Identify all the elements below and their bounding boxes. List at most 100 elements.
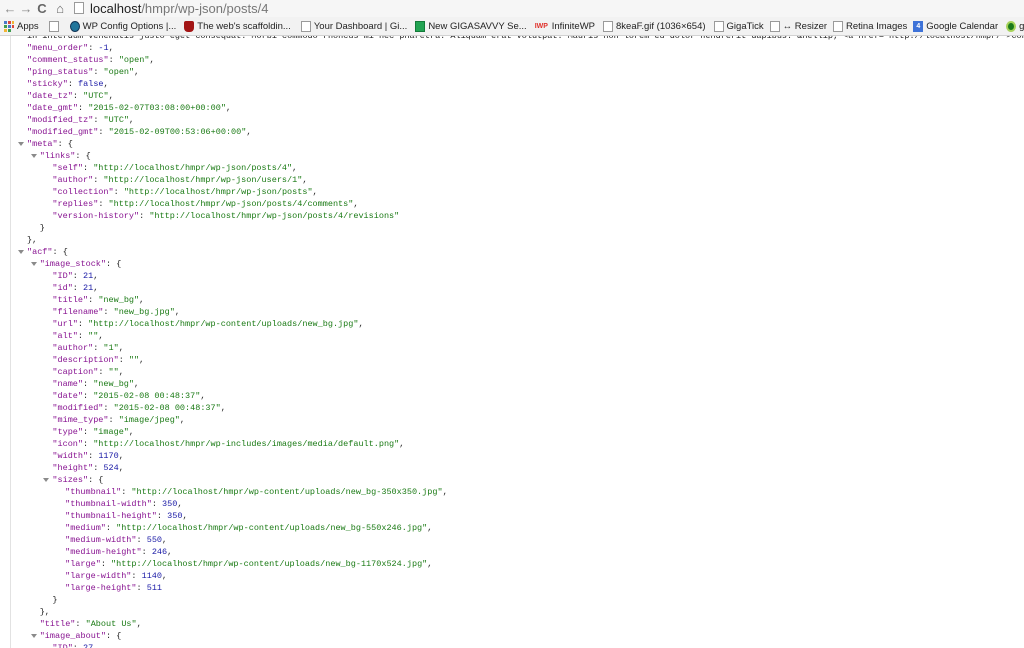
collapse-triangle-icon[interactable] <box>18 250 24 254</box>
json-line: "menu_order": -1, <box>27 42 114 54</box>
json-line: "replies": "http://localhost/hmpr/wp-jso… <box>52 198 358 210</box>
json-line: "name": "new_bg", <box>52 378 139 390</box>
bookmark-item[interactable]: New GIGASAVVY Se... <box>415 20 527 32</box>
json-punct: : <box>93 463 104 473</box>
bookmark-item[interactable]: WP Config Options |... <box>69 20 176 32</box>
page-icon <box>713 20 724 32</box>
json-line: } <box>40 222 45 234</box>
json-punct: : <box>105 523 117 533</box>
json-key: "medium" <box>65 523 106 533</box>
json-line: "author": "1", <box>52 342 123 354</box>
json-key: "version-history" <box>52 211 140 221</box>
forward-arrow-icon[interactable]: → <box>18 0 34 17</box>
json-string: "http://localhost/hmpr/wp-content/upload… <box>116 523 428 533</box>
json-line: "height": 524, <box>52 462 123 474</box>
json-key: "self" <box>52 163 83 173</box>
bookmark-item[interactable]: gnPWqqe.gif (399×2... <box>1006 20 1024 32</box>
json-key: "thumbnail" <box>65 487 122 497</box>
json-number: 27 <box>83 643 94 648</box>
json-line: "date": "2015-02-08 00:48:37", <box>52 390 205 402</box>
json-string: "http://localhost/hmpr/wp-content/upload… <box>88 319 359 329</box>
json-punct: , <box>93 643 99 648</box>
json-punct: : { <box>52 247 68 257</box>
json-string: "new_bg" <box>98 295 140 305</box>
json-punct: , <box>162 535 168 545</box>
json-punct: : <box>118 355 129 365</box>
bookmark-item[interactable]: The web's scaffoldin... <box>184 20 291 32</box>
json-punct: : <box>131 571 142 581</box>
json-punct: , <box>98 331 104 341</box>
json-punct: , <box>427 523 433 533</box>
json-key: "ID" <box>52 271 73 281</box>
json-key: "date_tz" <box>27 91 73 101</box>
json-punct: : <box>100 559 112 569</box>
collapse-triangle-icon[interactable] <box>18 142 24 146</box>
json-punct: , <box>108 43 114 53</box>
json-punct: : <box>108 415 119 425</box>
json-punct: } <box>52 595 58 605</box>
json-key: "mime_type" <box>52 415 109 425</box>
collapse-triangle-icon[interactable] <box>30 634 37 638</box>
json-key: "date" <box>52 391 83 401</box>
json-punct: in interdum venenatis justo eget consequ… <box>27 36 1024 41</box>
json-line: "id": 21, <box>52 282 98 294</box>
back-arrow-icon[interactable]: ← <box>2 0 18 17</box>
json-punct: , <box>200 391 206 401</box>
collapse-triangle-icon[interactable] <box>30 154 37 158</box>
bookmark-item[interactable] <box>48 20 62 32</box>
json-punct: : <box>72 643 83 648</box>
json-line: "large": "http://localhost/hmpr/wp-conte… <box>65 558 432 570</box>
json-string: "new_bg" <box>93 379 135 389</box>
json-punct: : <box>78 103 89 113</box>
json-punct: }, <box>27 235 38 245</box>
address-bar[interactable]: localhost/hmpr/wp-json/posts/4 <box>90 0 268 17</box>
json-key: "menu_order" <box>27 43 89 53</box>
json-key: "thumbnail-height" <box>65 511 157 521</box>
json-number: 350 <box>167 511 183 521</box>
bookmark-item[interactable]: Your Dashboard | Gi... <box>300 20 407 32</box>
bookmark-item[interactable]: Apps <box>4 20 39 32</box>
json-line: "thumbnail": "http://localhost/hmpr/wp-c… <box>65 486 448 498</box>
json-punct: : <box>136 535 147 545</box>
json-number: 524 <box>103 463 119 473</box>
bookmark-item[interactable]: IWP InfiniteWP <box>535 21 595 32</box>
json-punct: , <box>149 55 155 65</box>
json-key: "height" <box>52 463 94 473</box>
json-line: "acf": { <box>27 246 68 258</box>
json-punct: , <box>182 511 188 521</box>
json-key: "author" <box>52 175 94 185</box>
json-punct: , <box>108 91 114 101</box>
bookmark-item[interactable]: 8keaF.gif (1036×654) <box>603 20 706 32</box>
home-icon[interactable]: ⌂ <box>52 0 68 17</box>
bookmark-item[interactable]: 4 Google Calendar <box>913 20 998 32</box>
json-line: "medium-height": 246, <box>65 546 172 558</box>
bookmark-item[interactable]: GigaTick <box>713 20 764 32</box>
page-icon <box>74 2 84 14</box>
json-line: "medium-width": 550, <box>65 534 167 546</box>
json-punct: : <box>93 175 104 185</box>
json-number: 550 <box>146 535 163 545</box>
json-punct: : { <box>88 475 104 485</box>
wordpress-icon <box>69 20 80 32</box>
json-string: "http://localhost/hmpr/wp-content/upload… <box>131 487 443 497</box>
json-key: "large" <box>65 559 101 569</box>
json-line: "modified": "2015-02-08 00:48:37", <box>52 402 225 414</box>
bookmark-label: The web's scaffoldin... <box>197 20 291 32</box>
browser-toolbar: ← → C ⌂ localhost/hmpr/wp-json/posts/4 <box>0 0 1024 17</box>
json-key: "medium-width" <box>65 535 137 545</box>
bookmark-item[interactable]: Retina Images <box>833 20 907 32</box>
json-line: "sticky": false, <box>27 78 109 90</box>
collapse-triangle-icon[interactable] <box>43 478 50 482</box>
reload-icon[interactable]: C <box>34 0 50 17</box>
json-line: "large-height": 511 <box>65 582 162 594</box>
json-key: "image_stock" <box>39 259 106 269</box>
json-key: "modified" <box>52 403 104 413</box>
json-string: "2015-02-08 00:48:37" <box>93 391 201 401</box>
json-string: "image" <box>93 427 129 437</box>
collapse-triangle-icon[interactable] <box>30 262 37 266</box>
json-number: 246 <box>151 547 168 557</box>
bookmark-item[interactable]: ↔ Resizer <box>769 20 827 32</box>
json-punct: , <box>139 355 145 365</box>
page-icon <box>300 20 311 32</box>
json-punct: : <box>75 619 86 629</box>
